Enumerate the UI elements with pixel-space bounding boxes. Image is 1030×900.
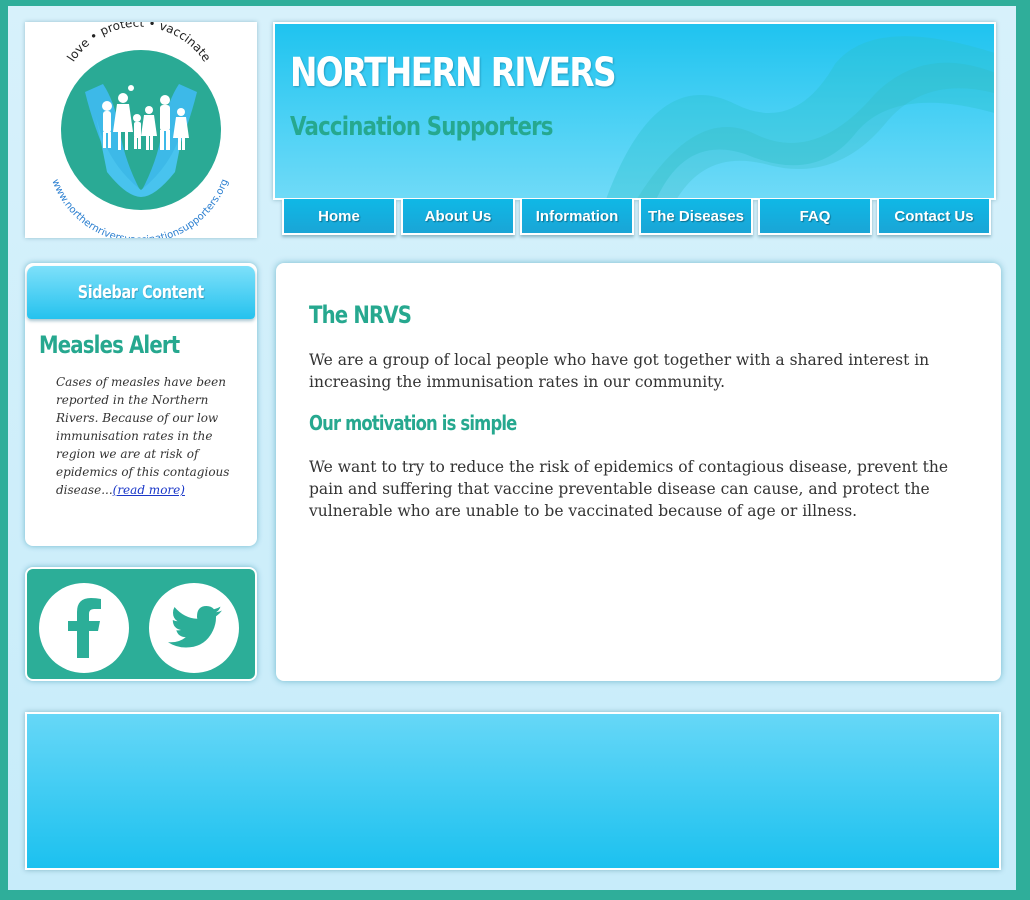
facebook-icon <box>68 598 101 658</box>
nav-home[interactable]: Home <box>282 199 396 235</box>
main-content: The NRVS We are a group of local people … <box>276 263 1001 681</box>
nav-information[interactable]: Information <box>520 199 634 235</box>
motivation-paragraph: We want to try to reduce the risk of epi… <box>309 458 949 520</box>
logo-graphic: love • protect • vaccinate www.northernr… <box>49 16 230 246</box>
nav-faq[interactable]: FAQ <box>758 199 872 235</box>
sidebar: Sidebar Content Measles Alert Cases of m… <box>25 263 257 546</box>
facebook-link[interactable] <box>39 583 129 673</box>
intro-paragraph: We are a group of local people who have … <box>309 351 930 391</box>
sidebar-header-label: Sidebar Content <box>77 282 205 303</box>
main-nav: Home About Us Information The Diseases F… <box>282 199 994 235</box>
twitter-icon <box>168 606 222 648</box>
nav-the-diseases[interactable]: The Diseases <box>639 199 753 235</box>
sidebar-header: Sidebar Content <box>27 266 255 319</box>
read-more-link[interactable]: (read more) <box>113 483 185 497</box>
main-heading: The NRVS <box>309 301 412 329</box>
social-links <box>25 567 257 681</box>
nav-about-us[interactable]: About Us <box>401 199 515 235</box>
site-subtitle: Vaccination Supporters <box>290 112 553 142</box>
page: love • protect • vaccinate www.northernr… <box>8 6 1016 890</box>
site-header: NORTHERN RIVERS Vaccination Supporters <box>273 22 996 200</box>
measles-alert-text: Cases of measles have been reported in t… <box>56 373 239 499</box>
alert-body: Cases of measles have been reported in t… <box>56 375 230 497</box>
nav-contact-us[interactable]: Contact Us <box>877 199 991 235</box>
site-title: NORTHERN RIVERS <box>290 50 617 96</box>
measles-alert-title: Measles Alert <box>39 331 180 359</box>
site-footer <box>25 712 1001 870</box>
twitter-link[interactable] <box>149 583 239 673</box>
site-logo[interactable]: love • protect • vaccinate www.northernr… <box>25 16 257 246</box>
motivation-heading: Our motivation is simple <box>309 411 517 435</box>
